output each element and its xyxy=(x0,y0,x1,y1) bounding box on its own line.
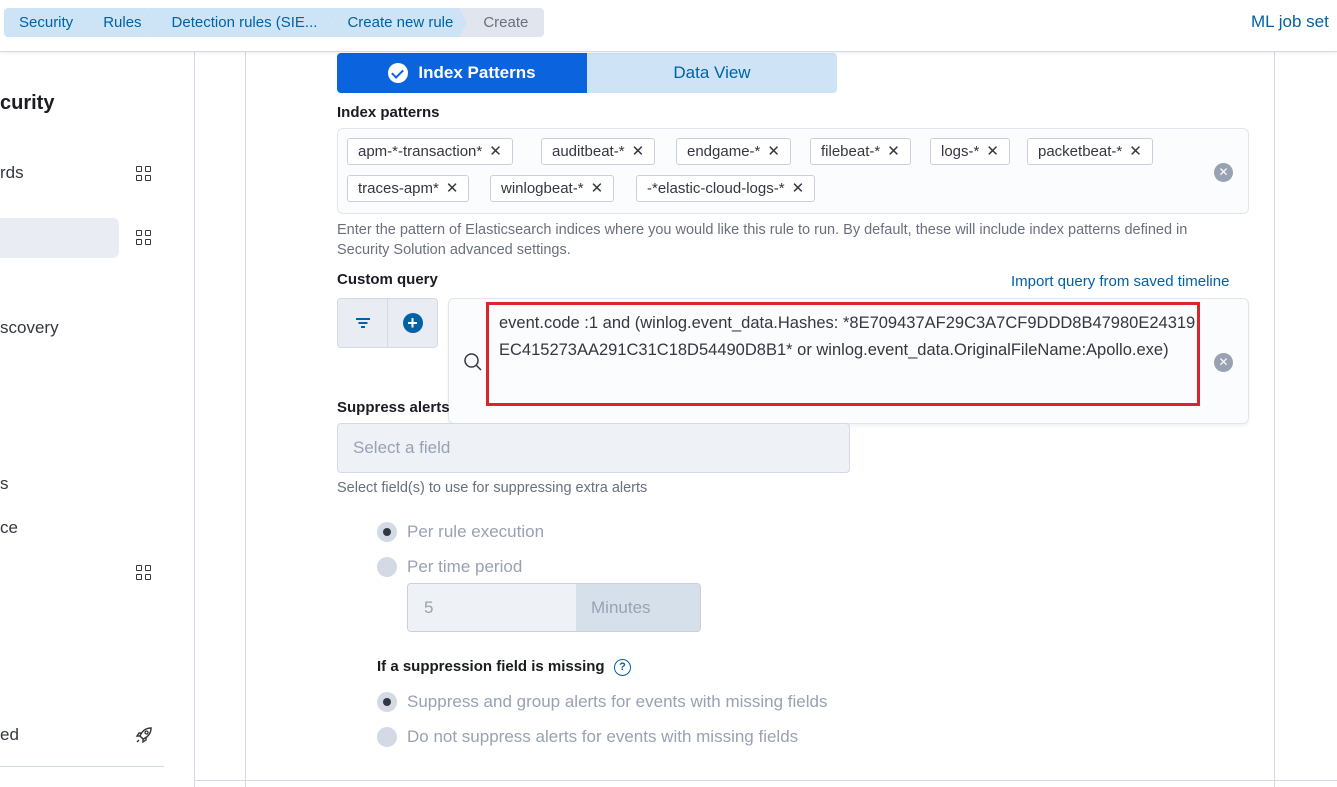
index-pattern-pill[interactable]: -*elastic-cloud-logs-* ✕ xyxy=(636,175,816,202)
do-not-suppress-missing-radio[interactable] xyxy=(377,727,397,747)
bottom-bar-divider xyxy=(195,780,1337,781)
side-nav: curity rds scovery s ce ed xyxy=(0,52,195,787)
suppress-field-select[interactable]: Select a field xyxy=(337,423,850,473)
breadcrumb-rules[interactable]: Rules xyxy=(79,8,155,37)
query-bar-actions: + xyxy=(337,298,438,348)
ml-job-settings-link[interactable]: ML job set xyxy=(1251,12,1329,32)
index-pattern-pill[interactable]: packetbeat-* ✕ xyxy=(1027,138,1153,165)
close-icon[interactable]: ✕ xyxy=(591,176,604,201)
side-nav-divider xyxy=(0,766,164,767)
breadcrumb-detection-rules[interactable]: Detection rules (SIE... xyxy=(148,8,332,37)
per-rule-execution-radio[interactable] xyxy=(377,522,397,542)
suppress-alerts-label: Suppress alerts xyxy=(337,399,450,416)
do-not-suppress-missing-label: Do not suppress alerts for events with m… xyxy=(407,727,799,746)
question-icon[interactable]: ? xyxy=(614,659,631,676)
index-pattern-pill[interactable]: apm-*-transaction* ✕ xyxy=(347,138,513,165)
close-icon[interactable]: ✕ xyxy=(632,139,645,164)
close-icon[interactable]: ✕ xyxy=(489,139,502,164)
breadcrumb-create: Create xyxy=(459,8,545,37)
plus-icon: + xyxy=(402,313,423,333)
index-pattern-pill[interactable]: filebeat-* ✕ xyxy=(810,138,911,165)
index-pattern-pill[interactable]: winlogbeat-* ✕ xyxy=(490,175,615,202)
filter-button[interactable] xyxy=(338,299,387,347)
per-time-period-label: Per time period xyxy=(407,557,523,576)
close-icon[interactable]: ✕ xyxy=(887,139,900,164)
per-rule-execution-label: Per rule execution xyxy=(407,522,545,541)
filter-icon xyxy=(355,318,370,328)
sidebar-item-get-started[interactable]: ed xyxy=(0,725,19,745)
index-pattern-pill[interactable]: endgame-* ✕ xyxy=(676,138,791,165)
query-highlight-box xyxy=(486,302,1200,406)
index-pattern-pill[interactable]: auditbeat-* ✕ xyxy=(541,138,656,165)
sidebar-item-discovery[interactable]: scovery xyxy=(0,318,59,338)
apps-grid-icon[interactable] xyxy=(136,565,152,581)
sidebar-item-rules-selected[interactable] xyxy=(0,218,119,258)
close-icon[interactable]: ✕ xyxy=(792,176,805,201)
close-icon[interactable]: ✕ xyxy=(1129,139,1142,164)
index-pattern-pill[interactable]: logs-* ✕ xyxy=(930,138,1010,165)
index-patterns-toggle-button[interactable]: Index Patterns xyxy=(337,53,587,93)
index-patterns-help-text: Enter the pattern of Elasticsearch indic… xyxy=(337,222,1188,258)
close-icon[interactable]: ✕ xyxy=(767,139,780,164)
apps-grid-icon[interactable] xyxy=(136,166,152,182)
rocket-icon[interactable] xyxy=(134,725,154,745)
sidebar-item-cases[interactable]: s xyxy=(0,474,9,494)
sidebar-item-dashboards[interactable]: rds xyxy=(0,163,24,183)
data-view-toggle-button[interactable]: Data View xyxy=(587,53,837,93)
missing-field-label: If a suppression field is missing xyxy=(377,658,605,675)
suppress-help-text: Select field(s) to use for suppressing e… xyxy=(337,480,648,496)
add-filter-button[interactable]: + xyxy=(387,299,437,347)
source-type-toggle: Index Patterns Data View xyxy=(337,53,837,93)
search-icon xyxy=(464,353,482,371)
apps-grid-icon[interactable] xyxy=(136,230,152,246)
breadcrumb-create-new-rule[interactable]: Create new rule xyxy=(323,8,467,37)
import-query-link[interactable]: Import query from saved timeline xyxy=(1011,273,1229,290)
duration-value-input[interactable]: 5 xyxy=(408,584,576,631)
custom-query-label: Custom query xyxy=(337,271,438,288)
check-circle-icon xyxy=(388,63,409,83)
suppress-missing-label: Suppress and group alerts for events wit… xyxy=(407,692,828,711)
duration-unit-select[interactable]: Minutes xyxy=(576,584,700,631)
side-nav-title: curity xyxy=(0,92,55,114)
breadcrumb-security[interactable]: Security xyxy=(4,8,87,37)
close-icon[interactable]: ✕ xyxy=(446,176,459,201)
top-header: Security Rules Detection rules (SIE... C… xyxy=(0,0,1337,52)
breadcrumb: Security Rules Detection rules (SIE... C… xyxy=(4,8,545,37)
index-patterns-label: Index patterns xyxy=(337,104,440,121)
close-icon[interactable]: ✕ xyxy=(986,139,999,164)
clear-icon[interactable]: ✕ xyxy=(1214,353,1233,372)
clear-icon[interactable]: ✕ xyxy=(1214,163,1233,182)
suppress-missing-radio[interactable] xyxy=(377,692,397,712)
sidebar-item-intelligence[interactable]: ce xyxy=(0,518,18,538)
per-time-period-radio[interactable] xyxy=(377,557,397,577)
suppress-duration-group: 5 Minutes xyxy=(407,583,701,632)
index-pattern-pill[interactable]: traces-apm* ✕ xyxy=(347,175,470,202)
